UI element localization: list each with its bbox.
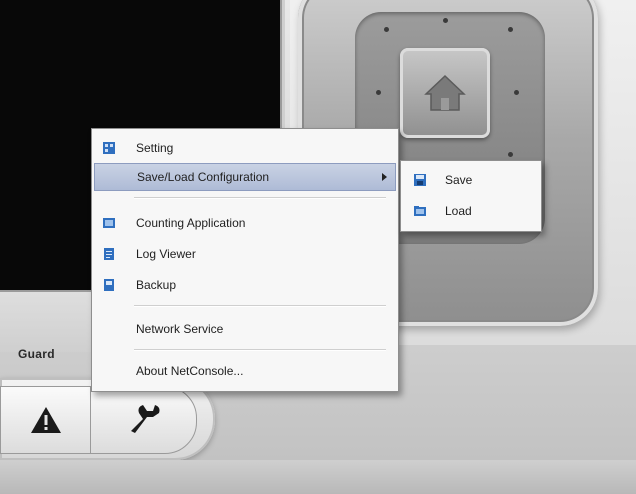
wrench-icon	[130, 405, 159, 433]
menu-item-network-service[interactable]: Network Service	[94, 315, 396, 343]
menu-item-save-load-configuration[interactable]: Save/Load Configuration	[94, 163, 396, 191]
save-icon	[414, 174, 426, 186]
menu-item-counting-application[interactable]: Counting Application	[94, 209, 396, 237]
menu-item-setting[interactable]: Setting	[94, 134, 396, 162]
home-button[interactable]	[400, 48, 490, 138]
menu-item-label: Counting Application	[136, 216, 246, 230]
log-viewer-icon	[104, 248, 114, 260]
menu-item-label: Log Viewer	[136, 247, 196, 261]
settings-tab-button[interactable]	[90, 386, 197, 454]
submenu-arrow-icon	[382, 173, 387, 181]
menu-item-label: About NetConsole...	[136, 364, 244, 378]
dpad-up-right-button[interactable]	[508, 27, 513, 32]
save-load-submenu: Save Load	[400, 160, 542, 232]
menu-item-label: Save/Load Configuration	[137, 170, 270, 184]
warning-icon	[31, 407, 61, 433]
dpad-up-button[interactable]	[443, 18, 448, 23]
menu-item-about[interactable]: About NetConsole...	[94, 357, 396, 385]
submenu-item-label: Save	[445, 173, 473, 187]
guard-label: Guard	[18, 347, 55, 361]
menu-item-log-viewer[interactable]: Log Viewer	[94, 240, 396, 268]
home-icon	[424, 74, 466, 111]
dpad-right-button[interactable]	[514, 90, 519, 95]
warning-tab-button[interactable]	[0, 386, 92, 454]
submenu-item-load[interactable]: Load	[403, 197, 539, 225]
dpad-up-left-button[interactable]	[384, 27, 389, 32]
backup-icon	[104, 279, 114, 291]
submenu-item-save[interactable]: Save	[403, 166, 539, 194]
menu-item-label: Setting	[136, 141, 174, 155]
counting-application-icon	[103, 218, 115, 228]
menu-item-label: Network Service	[136, 322, 224, 336]
menu-separator	[134, 305, 386, 307]
menu-item-backup[interactable]: Backup	[94, 271, 396, 299]
bottom-panel	[0, 460, 636, 494]
dpad-down-right-button[interactable]	[508, 152, 513, 157]
menu-item-label: Backup	[136, 278, 177, 292]
context-menu: Setting Save/Load Configuration Counting…	[91, 128, 399, 392]
menu-separator	[134, 349, 386, 351]
setting-icon	[103, 142, 115, 154]
dpad-left-button[interactable]	[376, 90, 381, 95]
submenu-item-label: Load	[445, 204, 472, 218]
menu-separator	[134, 197, 386, 199]
load-icon	[414, 206, 426, 216]
